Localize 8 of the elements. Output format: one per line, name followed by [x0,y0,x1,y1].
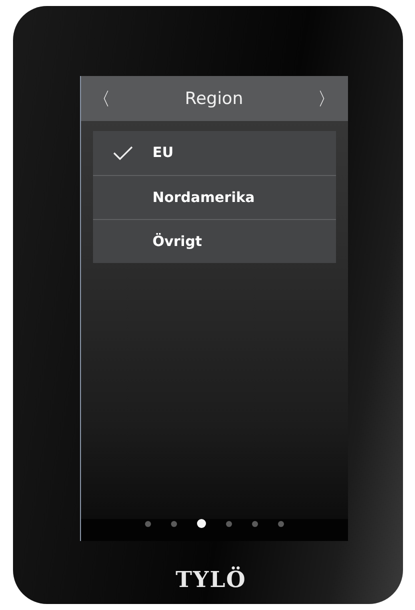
screen-title: Region [184,88,244,108]
region-option[interactable]: Nordamerika [92,175,336,219]
check-icon [112,146,132,160]
next-button[interactable]: 〉 [317,86,336,110]
previous-button[interactable]: 〈 [92,86,110,110]
brand-logo: TYLÖ [176,567,246,593]
region-option[interactable]: Övrigt [92,219,336,263]
region-option[interactable]: EU [92,131,336,175]
